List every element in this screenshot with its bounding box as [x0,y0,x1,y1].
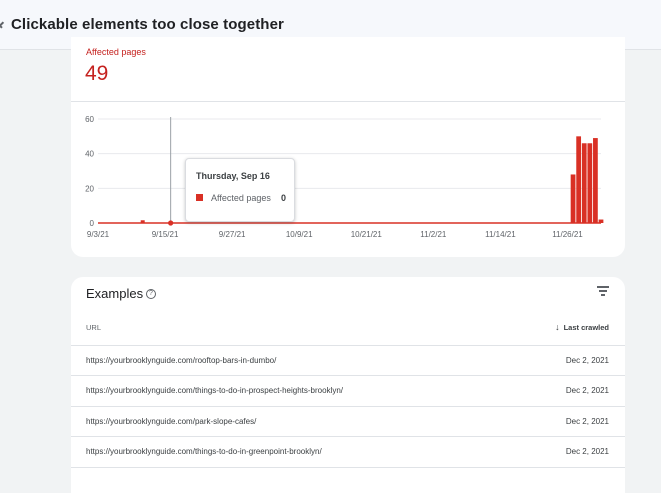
y-tick-label: 20 [85,184,94,193]
tooltip-value: 0 [281,193,287,203]
table-row[interactable]: https://yourbrooklynguide.com/things-to-… [71,375,625,405]
y-tick-label: 40 [85,150,94,159]
column-header-last-crawled-label: Last crawled [563,323,609,332]
column-header-last-crawled[interactable]: ↓ Last crawled [555,322,609,332]
y-tick-label: 60 [85,115,94,124]
x-tick-label: 11/2/21 [420,230,447,239]
page-title: Clickable elements too close together [11,16,284,33]
chart-bar [576,136,582,223]
tooltip-series-label: Affected pages [211,193,271,203]
filter-icon[interactable] [597,286,609,296]
x-tick-label: 10/9/21 [286,230,313,239]
chart-bar [598,219,604,223]
metric-value: 49 [85,62,109,85]
x-tick-label: 11/26/21 [552,230,583,239]
affected-pages-chart[interactable]: 0 20 40 60 9/3/21 9/15/21 9/27/21 10/9/21 10/21/… [71,107,625,247]
row-url[interactable]: https://yourbrooklynguide.com/things-to-… [86,447,322,456]
chart-tooltip: Thursday, Sep 16 Affected pages 0 [185,158,295,222]
examples-title: Examples [86,286,144,301]
row-date: Dec 2, 2021 [565,356,609,365]
row-url[interactable]: https://yourbrooklynguide.com/park-slope… [86,417,256,426]
tooltip-date: Thursday, Sep 16 [196,171,270,181]
tooltip-swatch-icon [196,194,203,201]
x-tick-label: 9/27/21 [219,230,246,239]
x-tick-label: 9/3/21 [87,230,110,239]
chart-bar [140,220,145,223]
back-arrow-icon[interactable] [0,21,6,29]
affected-pages-card: Affected pages 49 0 20 40 60 9/3/21 9/15/21 9/… [71,37,625,257]
row-date: Dec 2, 2021 [565,386,609,395]
table-row[interactable]: https://yourbrooklynguide.com/rooftop-ba… [71,345,625,375]
row-date: Dec 2, 2021 [565,447,609,456]
chart-bar [581,143,587,223]
chart-bar [570,174,576,223]
sort-arrow-icon: ↓ [555,322,560,332]
x-tick-label: 9/15/21 [152,230,179,239]
row-date: Dec 2, 2021 [565,417,609,426]
column-header-url: URL [86,323,102,332]
chart-bar [587,143,593,223]
hover-point [168,220,174,226]
chart-bar [593,138,598,223]
row-url[interactable]: https://yourbrooklynguide.com/things-to-… [86,386,343,395]
help-icon[interactable]: ? [146,289,156,299]
table-row[interactable]: https://yourbrooklynguide.com/park-slope… [71,406,625,436]
row-url[interactable]: https://yourbrooklynguide.com/rooftop-ba… [86,356,276,365]
examples-card: Examples ? URL ↓ Last crawled https://you… [71,277,625,500]
table-row[interactable]: https://yourbrooklynguide.com/things-to-… [71,436,625,466]
metric-label: Affected pages [86,47,146,57]
bottom-strip [0,493,661,500]
y-tick-label: 0 [90,219,95,228]
x-tick-label: 11/14/21 [485,230,516,239]
x-tick-label: 10/21/21 [351,230,383,239]
card-divider [71,101,625,102]
